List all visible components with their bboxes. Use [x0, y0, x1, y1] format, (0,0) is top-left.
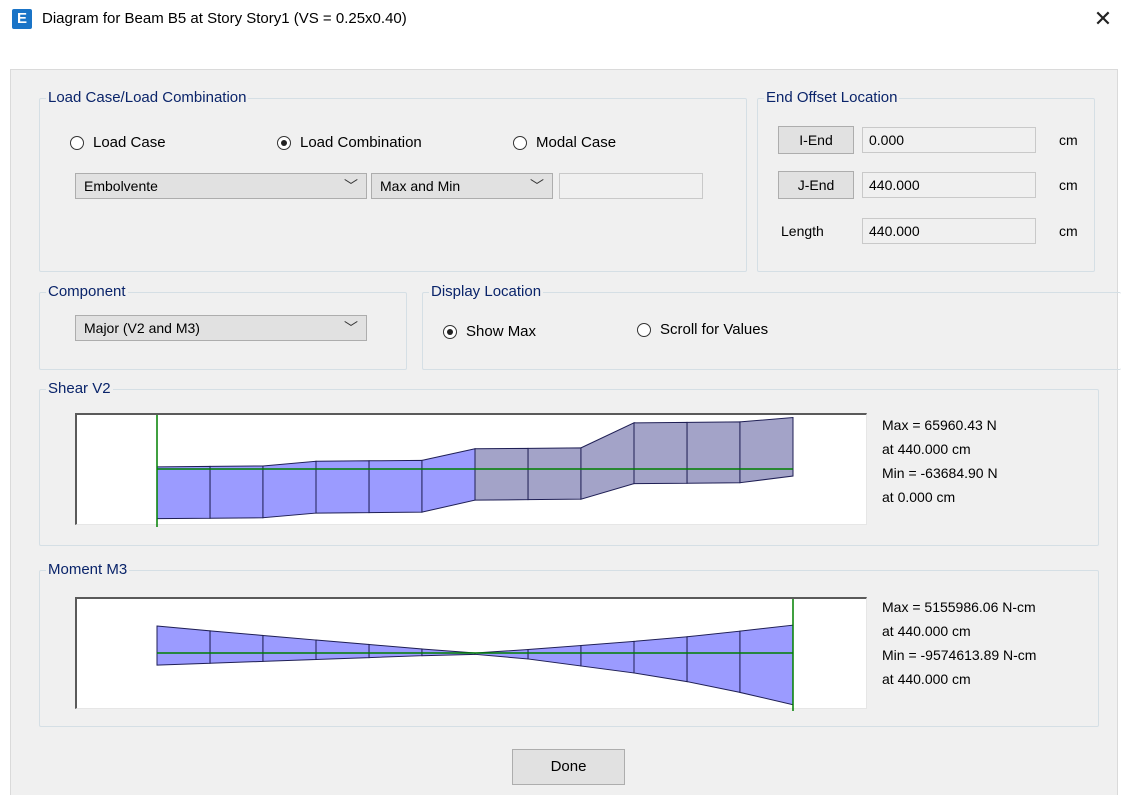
chevron-down-icon: ﹀	[530, 178, 544, 194]
shear-min-location: at 0.000 cm	[882, 489, 956, 505]
diagram-segment	[527, 447, 582, 501]
shear-min-text: Min = -63684.90 N	[882, 465, 998, 481]
diagram-segment	[633, 421, 688, 485]
i-end-unit: cm	[1059, 132, 1078, 148]
load-combination-dropdown[interactable]: Embolvente ﹀	[75, 173, 367, 199]
radio-scroll-for-values[interactable]: Scroll for Values	[637, 321, 768, 338]
radio-modal-case[interactable]: Modal Case	[513, 134, 616, 151]
diagram-segment	[633, 636, 688, 683]
component-group-label: Component	[46, 283, 128, 301]
j-end-button[interactable]: J-End	[778, 171, 854, 199]
radio-scroll-for-values-circle[interactable]	[637, 322, 651, 337]
component-value: Major (V2 and M3)	[84, 320, 200, 336]
j-end-unit: cm	[1059, 177, 1078, 193]
diagram-segment	[209, 465, 264, 519]
radio-load-case-circle[interactable]	[70, 135, 84, 150]
extra-value-field[interactable]	[559, 173, 703, 199]
length-label: Length	[781, 223, 824, 239]
load-case-group-label: Load Case/Load Combination	[46, 89, 249, 107]
radio-show-max-label: Show Max	[466, 323, 537, 340]
diagram-segment	[315, 639, 370, 660]
shear-max-location: at 440.000 cm	[882, 441, 971, 457]
radio-show-max-circle[interactable]	[443, 324, 457, 339]
display-location-group-label: Display Location	[429, 283, 544, 301]
moment-diagram-svg	[156, 599, 794, 711]
window-title: Diagram for Beam B5 at Story Story1 (VS …	[42, 10, 407, 27]
chevron-down-icon: ﹀	[344, 178, 358, 194]
radio-modal-case-circle[interactable]	[513, 135, 527, 150]
diagram-segment	[739, 624, 794, 706]
diagram-segment	[580, 640, 635, 674]
envelope-type-value: Max and Min	[380, 178, 461, 194]
shear-max-text: Max = 65960.43 N	[882, 417, 997, 433]
shear-diagram-plot	[75, 413, 867, 527]
diagram-segment	[156, 465, 211, 520]
diagram-segment	[421, 448, 476, 513]
length-value: 440.000	[862, 218, 1036, 244]
moment-max-location: at 440.000 cm	[882, 623, 971, 639]
load-combination-value: Embolvente	[84, 178, 158, 194]
envelope-type-dropdown[interactable]: Max and Min ﹀	[371, 173, 553, 199]
radio-load-combination-label: Load Combination	[300, 134, 422, 151]
radio-load-case-label: Load Case	[93, 134, 166, 151]
diagram-segment	[368, 643, 423, 659]
shear-diagram-svg	[156, 415, 794, 527]
close-icon[interactable]: ✕	[1080, 0, 1126, 38]
moment-diagram-plot	[75, 597, 867, 711]
diagram-segment	[262, 634, 317, 662]
moment-min-location: at 440.000 cm	[882, 671, 971, 687]
radio-load-combination-circle[interactable]	[277, 135, 291, 150]
diagram-segment	[686, 421, 741, 484]
shear-v2-group-label: Shear V2	[46, 380, 113, 398]
diagram-segment	[739, 417, 794, 484]
diagram-segment	[474, 447, 529, 501]
moment-max-text: Max = 5155986.06 N-cm	[882, 599, 1036, 615]
diagram-segment	[527, 645, 582, 667]
i-end-button[interactable]: I-End	[778, 126, 854, 154]
diagram-segment	[686, 630, 741, 694]
radio-scroll-for-values-label: Scroll for Values	[660, 321, 769, 338]
diagram-segment	[209, 630, 264, 664]
i-end-value[interactable]: 0.000	[862, 127, 1036, 153]
chevron-down-icon: ﹀	[344, 320, 358, 336]
end-offset-group-label: End Offset Location	[764, 89, 900, 107]
diagram-segment	[580, 422, 635, 500]
done-button[interactable]: Done	[512, 749, 625, 785]
component-dropdown[interactable]: Major (V2 and M3) ﹀	[75, 315, 367, 341]
j-end-value[interactable]: 440.000	[862, 172, 1036, 198]
diagram-segment	[368, 459, 423, 514]
radio-load-case[interactable]: Load Case	[70, 134, 166, 151]
etabs-app-icon: E	[12, 9, 32, 29]
dialog-client-area: Load Case/Load Combination Load Case Loa…	[10, 69, 1121, 795]
radio-load-combination[interactable]: Load Combination	[277, 134, 422, 151]
radio-show-max[interactable]: Show Max	[443, 323, 536, 340]
radio-modal-case-label: Modal Case	[536, 134, 617, 151]
diagram-segment	[156, 625, 211, 666]
diagram-segment	[474, 648, 529, 660]
title-bar: E Diagram for Beam B5 at Story Story1 (V…	[0, 0, 1126, 40]
length-unit: cm	[1059, 223, 1078, 239]
moment-min-text: Min = -9574613.89 N-cm	[882, 647, 1037, 663]
moment-m3-group-label: Moment M3	[46, 561, 130, 579]
